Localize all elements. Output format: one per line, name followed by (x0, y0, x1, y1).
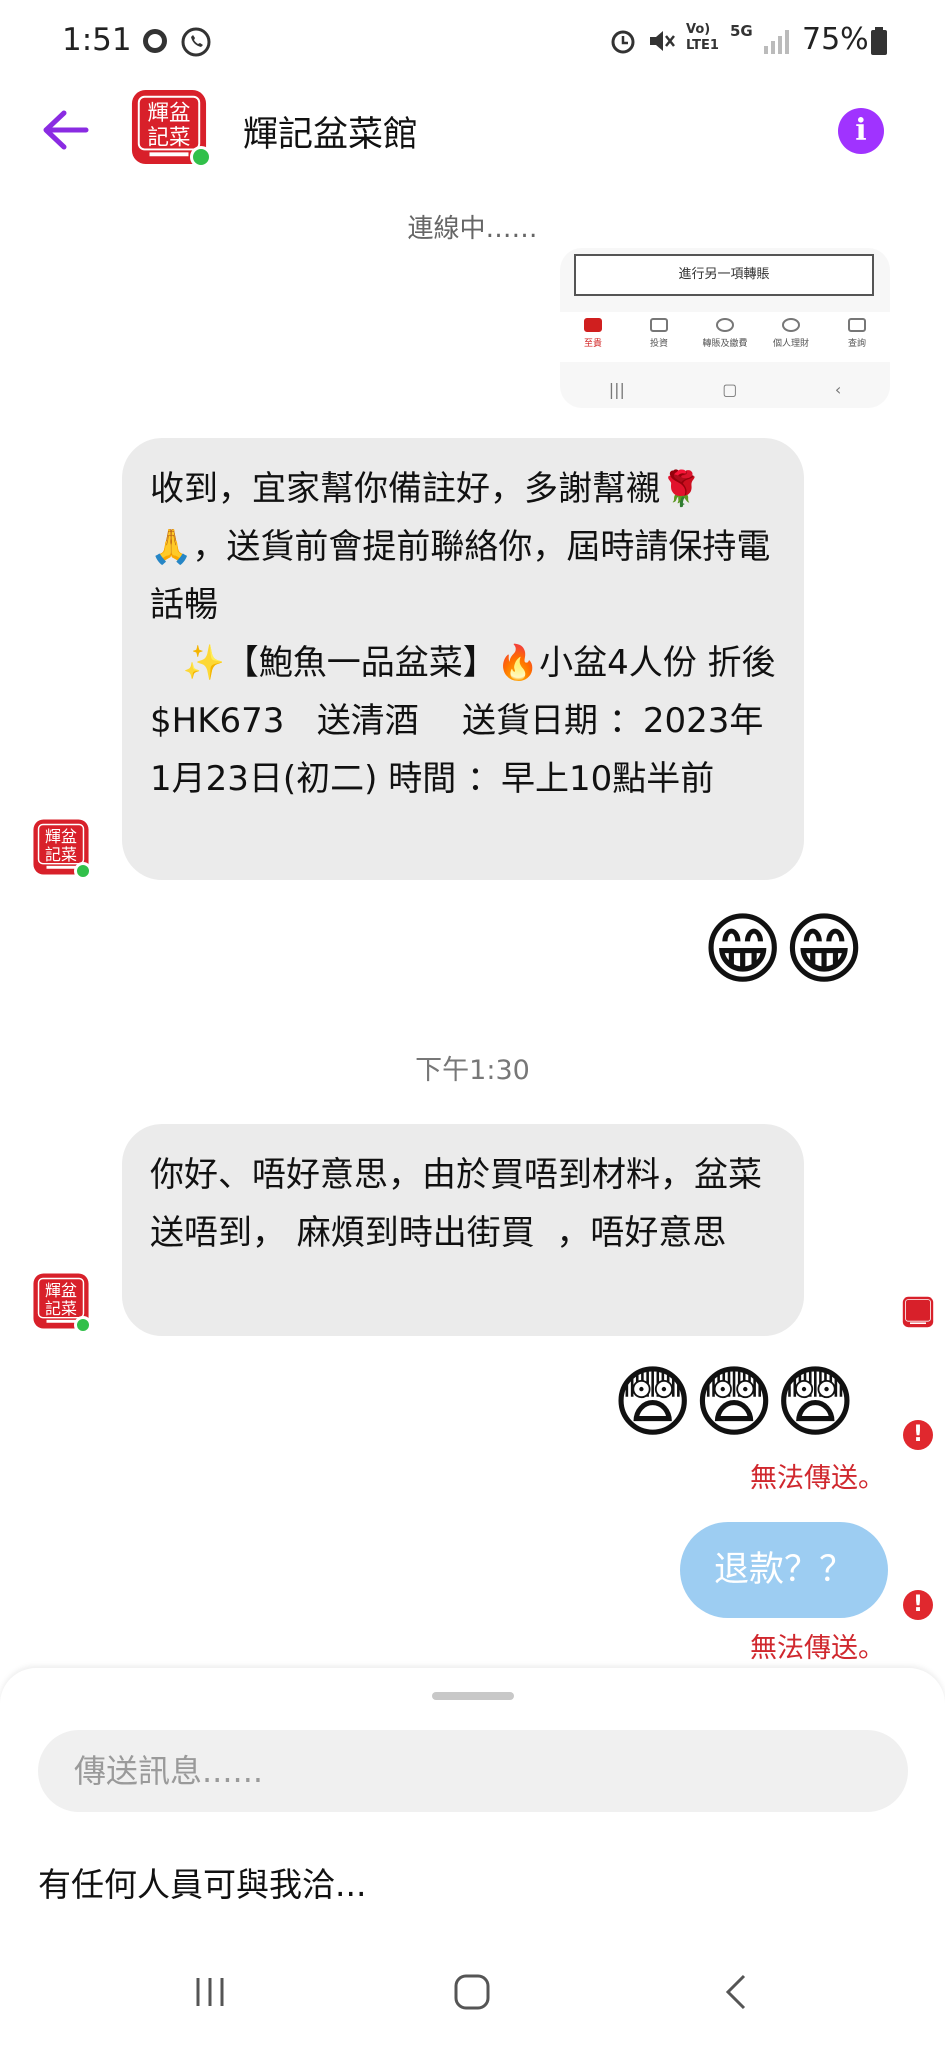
info-icon[interactable]: i (838, 108, 884, 154)
message-timestamp: 下午1:30 (415, 1055, 530, 1086)
attachment-nav-item: 個人理財 (761, 312, 821, 362)
svg-text:記菜: 記菜 (45, 845, 77, 864)
back-icon: ‹ (834, 379, 842, 399)
svg-text:記菜: 記菜 (45, 1299, 77, 1318)
shared-screenshot-attachment[interactable]: 進行另一項轉賬 至貴 投資 轉賬及繳費 個人理財 查詢 ||| ▢ ‹ (560, 248, 890, 408)
alarm-icon (611, 30, 635, 54)
incoming-message-bubble: 你好、唔好意思，由於買唔到材料，盆菜送唔到， 麻煩到時出街買 ，唔好意思 (122, 1124, 804, 1336)
attachment-transfer-button: 進行另一項轉賬 (574, 254, 874, 296)
read-receipt-avatar (902, 1296, 934, 1328)
send-failed-label: 無法傳送。 (750, 1633, 885, 1664)
attachment-nav-row: 至貴 投資 轉賬及繳費 個人理財 查詢 (560, 312, 890, 362)
home-icon[interactable] (452, 1972, 492, 2012)
home-icon: ▢ (722, 379, 738, 399)
mute-icon (650, 31, 675, 51)
status-time: 1:51 (62, 22, 132, 58)
suggested-question[interactable]: 有任何人員可與我洽... (38, 1858, 366, 1906)
attachment-nav-item: 查詢 (827, 312, 887, 362)
send-failed-label: 無法傳送。 (750, 1463, 885, 1494)
outgoing-emoji-message: 😨😨😨 (612, 1358, 856, 1448)
chat-title[interactable]: 輝記盆菜館 (243, 106, 418, 157)
battery-percent: 75% (802, 22, 869, 57)
connecting-label: 連線中…… (407, 214, 538, 244)
volte-indicator: Vo) LTE1 (686, 22, 719, 53)
svg-text:記菜: 記菜 (148, 126, 191, 151)
chat-header: 輝盆 記菜 輝記盆菜館 i (0, 80, 945, 180)
recents-icon[interactable] (190, 1972, 230, 2012)
svg-text:輝盆: 輝盆 (148, 101, 191, 126)
error-icon[interactable]: ! (903, 1420, 933, 1450)
svg-text:輝盆: 輝盆 (45, 1281, 77, 1300)
attachment-nav-item: 投資 (629, 312, 689, 362)
back-arrow-icon[interactable] (40, 107, 90, 153)
signal-bars-icon (764, 30, 789, 54)
attachment-nav-item: 轉賬及繳費 (695, 312, 755, 362)
online-status-dot (190, 146, 212, 168)
composer-sheet: 有任何人員可與我洽... (0, 1668, 945, 2048)
svg-text:輝盆: 輝盆 (45, 827, 77, 846)
outgoing-message-bubble: 退款？？ (680, 1522, 888, 1618)
back-icon[interactable] (718, 1972, 758, 2012)
online-status-dot (74, 862, 92, 880)
sheet-drag-handle[interactable] (432, 1692, 514, 1700)
online-status-dot (74, 1316, 92, 1334)
message-input[interactable] (38, 1730, 908, 1812)
error-icon[interactable]: ! (903, 1590, 933, 1620)
system-nav-bar (0, 1958, 945, 2048)
attachment-nav-item: 至貴 (563, 312, 623, 362)
whatsapp-icon (181, 27, 211, 57)
signal-app-icon (143, 29, 167, 53)
recents-icon: ||| (608, 379, 625, 399)
status-bar: 1:51 Vo) LTE1 5G 75% (0, 0, 945, 80)
battery-icon (871, 27, 887, 55)
outgoing-emoji-message: 😁😁 (702, 905, 865, 995)
network-indicator: 5G (730, 22, 753, 40)
incoming-message-bubble: 收到，宜家幫你備註好，多謝幫襯🌹🙏，送貨前會提前聯絡你，屆時請保持電話暢 ✨【鮑… (122, 438, 804, 880)
attachment-system-bar: ||| ▢ ‹ (560, 370, 890, 408)
